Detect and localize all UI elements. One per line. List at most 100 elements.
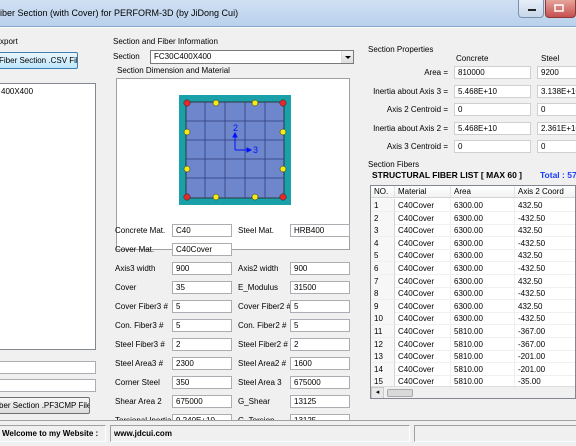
prop-value-field[interactable]: C40Cover (172, 243, 232, 256)
export-input-1[interactable] (0, 361, 96, 374)
prop-label: Corner Steel (115, 378, 160, 387)
row-number: 10 (371, 312, 395, 326)
concrete-value-field[interactable]: 0 (454, 140, 531, 153)
column-header[interactable]: Axis 2 Coord (515, 186, 575, 198)
prop-value-field[interactable]: 900 (290, 262, 350, 275)
minimize-button[interactable] (518, 0, 544, 18)
prop-value-field[interactable]: 5 (290, 300, 350, 313)
concrete-value-field[interactable]: 810000 (454, 66, 531, 79)
section-prop-label: Axis 3 Centroid = (386, 142, 448, 151)
column-header[interactable]: Area (451, 186, 515, 198)
export-csv-button[interactable]: Fiber Section .CSV File (0, 52, 78, 69)
prop-label: Cover (115, 283, 137, 292)
concrete-value-field[interactable]: 0 (454, 103, 531, 116)
prop-value-field[interactable]: 1600 (290, 357, 350, 370)
prop-value-field[interactable]: 35 (172, 281, 232, 294)
prop-label: Axis2 width (238, 264, 279, 273)
row-number: 13 (371, 350, 395, 364)
concrete-value-field[interactable]: 5.468E+10 (454, 84, 531, 98)
table-cell: 6300.00 (451, 199, 515, 212)
table-cell: -201.00 (515, 350, 575, 364)
steel-value-field[interactable]: 0 (537, 103, 576, 116)
prop-value-field[interactable]: 2 (290, 338, 350, 351)
status-panel (414, 425, 576, 442)
status-bar: Welcome to my Website : www.jdcui.com (0, 420, 576, 446)
minimize-icon (528, 9, 536, 11)
table-cell: -201.00 (515, 363, 575, 376)
prop-label: Steel Fiber3 # (115, 340, 165, 349)
prop-value-field[interactable]: C40 (172, 224, 232, 237)
table-cell: 432.50 (515, 249, 575, 263)
prop-label: Steel Area3 # (115, 359, 164, 368)
row-number: 2 (371, 211, 395, 225)
concrete-column-label: Concrete (456, 54, 489, 63)
table-cell: C40Cover (395, 249, 451, 263)
prop-value-field[interactable]: 675000 (290, 376, 350, 389)
table-cell: C40Cover (395, 312, 451, 326)
steel-value-field[interactable]: 2.361E+10 (537, 121, 576, 135)
steel-value-field[interactable]: 9200 (537, 66, 576, 79)
fiber-list-heading: STRUCTURAL FIBER LIST [ MAX 60 ] (372, 170, 523, 180)
table-cell: -432.50 (515, 212, 575, 225)
title-bar: iber Section (with Cover) for PERFORM-3D… (0, 0, 576, 27)
row-number: 8 (371, 287, 395, 301)
prop-label: G_Shear (238, 397, 271, 406)
table-cell: C40Cover (395, 362, 451, 376)
prop-value-field[interactable]: 5 (172, 319, 232, 332)
table-cell: 6300.00 (451, 211, 515, 225)
prop-value-field[interactable]: 350 (172, 376, 232, 389)
prop-label: Con. Fiber2 # (238, 321, 287, 330)
steel-value-field[interactable]: 3.138E+10 (537, 84, 576, 98)
concrete-value-field[interactable]: 5.468E+10 (454, 121, 531, 135)
table-cell: -367.00 (515, 325, 575, 338)
prop-value-field[interactable]: 2300 (172, 357, 232, 370)
prop-value-field[interactable]: 900 (172, 262, 232, 275)
chevron-down-icon[interactable] (341, 51, 353, 63)
prop-value-field[interactable]: 675000 (172, 395, 232, 408)
prop-value-field[interactable]: 5 (172, 300, 232, 313)
prop-value-field[interactable]: 13125 (290, 395, 350, 408)
window-title: iber Section (with Cover) for PERFORM-3D… (0, 8, 239, 18)
row-number: 14 (371, 362, 395, 376)
maximize-button[interactable] (545, 0, 576, 18)
prop-value-field[interactable]: 5 (290, 319, 350, 332)
table-cell: C40Cover (395, 199, 451, 212)
axis-2-label: 2 (233, 123, 238, 133)
table-cell: 5810.00 (451, 337, 515, 351)
section-select-value: FC30C400X400 (154, 52, 212, 61)
dimension-label: Section Dimension and Material (117, 66, 230, 75)
row-number: 9 (371, 299, 395, 313)
prop-value-field[interactable]: HRB400 (290, 224, 350, 237)
table-cell: -432.50 (515, 312, 575, 326)
steel-value-field[interactable]: 0 (537, 140, 576, 153)
prop-value-field[interactable]: 2 (172, 338, 232, 351)
table-cell: C40Cover (395, 236, 451, 250)
table-cell: C40Cover (395, 299, 451, 313)
prop-label: Steel Fiber2 # (238, 340, 288, 349)
axis-3-label: 3 (253, 145, 258, 155)
table-cell: C40Cover (395, 337, 451, 351)
row-number: 3 (371, 224, 395, 238)
export-pf3-button[interactable]: ber Section .PF3CMP File (0, 397, 90, 414)
prop-value-field[interactable]: 31500 (290, 281, 350, 294)
website-link[interactable]: www.jdcui.com (110, 425, 410, 442)
table-cell: 432.50 (515, 224, 575, 238)
scroll-left-icon[interactable]: ◂ (371, 387, 384, 398)
fiber-table[interactable]: NO. Material Area Axis 2 Coord 1 C40Cover 6300… (370, 185, 576, 399)
section-list[interactable]: 400X400 (0, 83, 96, 350)
table-cell: 6300.00 (451, 236, 515, 250)
column-header[interactable]: NO. (371, 186, 395, 198)
section-select[interactable]: FC30C400X400 (150, 50, 354, 64)
fibers-group-title: Section Fibers (368, 160, 420, 169)
table-cell: 6300.00 (451, 274, 515, 288)
list-item[interactable]: 400X400 (1, 87, 33, 96)
scroll-thumb[interactable] (387, 389, 413, 397)
steel-column-label: Steel (541, 54, 560, 63)
export-input-2[interactable] (0, 379, 96, 392)
prop-label: Shear Area 2 (115, 397, 162, 406)
column-header[interactable]: Material (395, 186, 451, 198)
horizontal-scrollbar[interactable]: ◂ (371, 386, 575, 398)
export-group-title: xport (0, 37, 18, 46)
table-cell: -432.50 (515, 287, 575, 301)
table-cell: 432.50 (515, 199, 575, 212)
